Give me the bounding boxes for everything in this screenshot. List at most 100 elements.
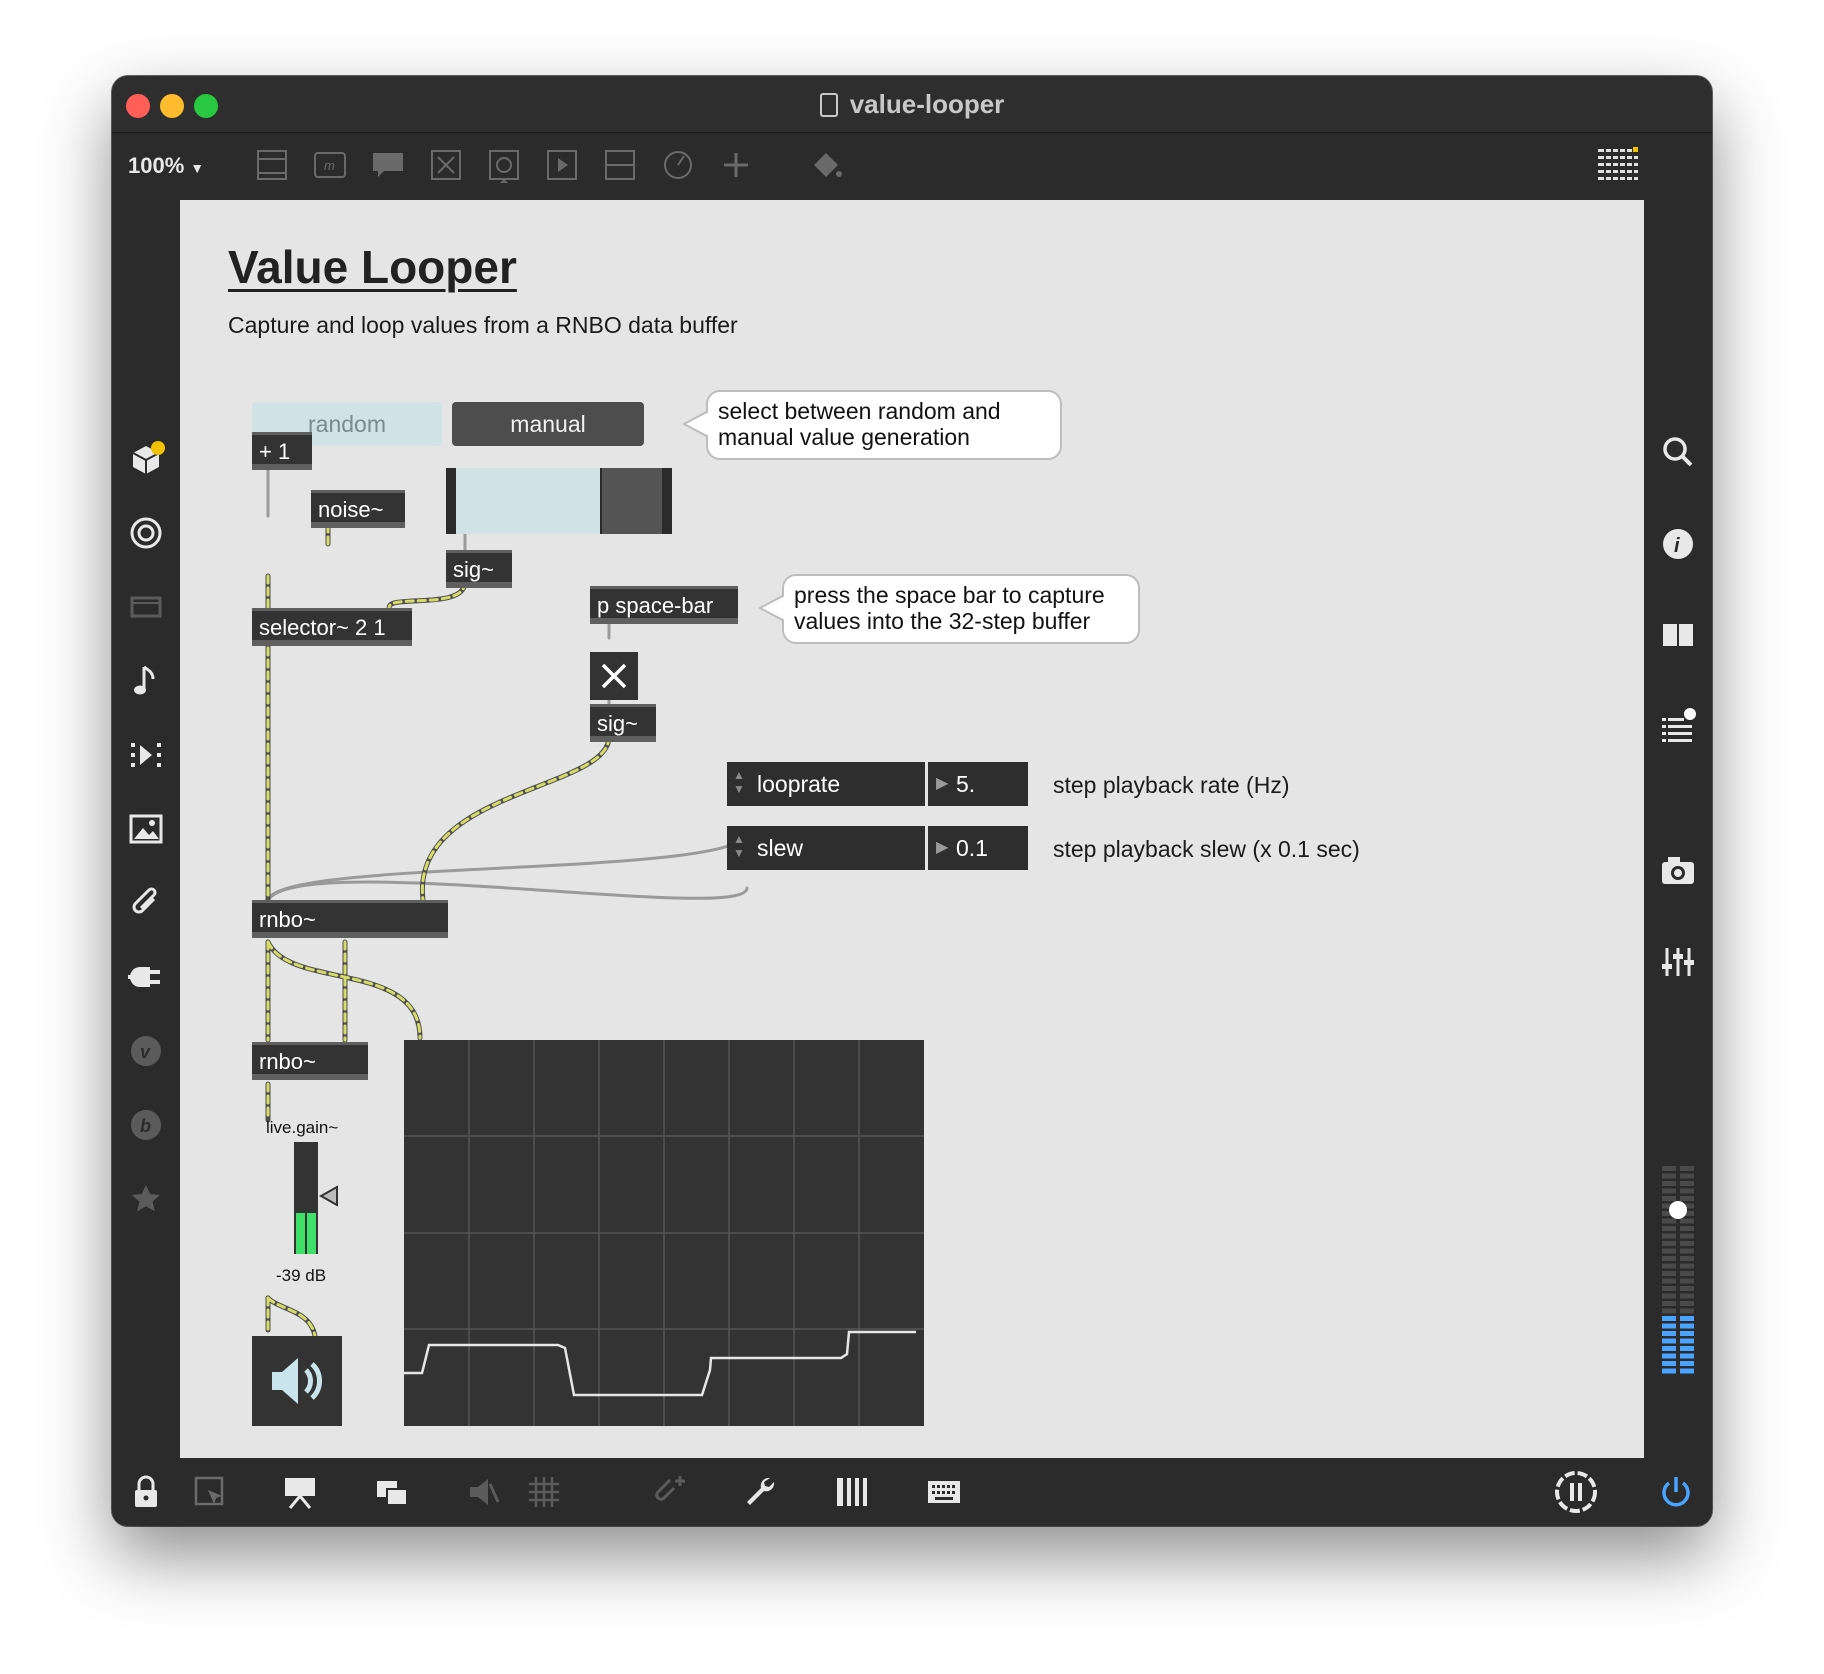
add-attachment-icon[interactable]	[650, 1472, 690, 1512]
target-icon[interactable]	[126, 513, 166, 553]
left-sidebar: v b	[112, 200, 180, 1458]
sig-object-2[interactable]: sig~	[590, 704, 656, 742]
meter-segment	[1680, 1353, 1694, 1359]
plus-one-object[interactable]: + 1	[252, 432, 312, 470]
message-box-icon[interactable]: m	[312, 147, 348, 183]
keyboard-icon[interactable]	[924, 1472, 964, 1512]
toggle-icon[interactable]	[428, 147, 464, 183]
sequence-play-icon[interactable]	[126, 735, 166, 775]
meter-segment	[1680, 1271, 1694, 1276]
svg-text:v: v	[140, 1042, 151, 1062]
meter-segment	[1662, 1263, 1676, 1269]
meter-segment	[1680, 1346, 1694, 1351]
grid-icon[interactable]	[524, 1472, 564, 1512]
vimeo-icon[interactable]: v	[126, 1031, 166, 1071]
wrench-icon[interactable]	[740, 1472, 780, 1512]
list-notification-icon[interactable]	[1658, 706, 1698, 746]
lock-icon[interactable]	[126, 1472, 166, 1512]
comment-icon[interactable]	[370, 147, 406, 183]
meter-segment	[1662, 1173, 1676, 1179]
select-cursor-icon[interactable]	[190, 1472, 230, 1512]
piano-keys-icon[interactable]	[832, 1472, 872, 1512]
param-slew-value: 0.1	[956, 835, 988, 861]
slider-knob[interactable]	[1669, 1201, 1687, 1219]
param-slew-name: slew	[757, 835, 804, 861]
meter-segment	[1662, 1188, 1676, 1194]
mixer-sliders-icon[interactable]	[1658, 942, 1698, 982]
title-bar: value-looper	[112, 76, 1712, 133]
param-looprate-name-box[interactable]: ▲ ▼ looprate	[727, 762, 925, 806]
selector-object[interactable]: selector~ 2 1	[252, 608, 412, 646]
param-looprate-number-box[interactable]: ▶ 5.	[928, 762, 1028, 806]
search-icon[interactable]	[1658, 432, 1698, 472]
music-note-icon[interactable]	[126, 661, 166, 701]
param-looprate-value: 5.	[956, 771, 976, 797]
meter-segment	[1680, 1233, 1694, 1239]
max-patcher-window: value-looper 100% ▼ m v b i Value Looper…	[112, 76, 1712, 1526]
meter-segment	[1662, 1248, 1676, 1254]
add-icon[interactable]	[718, 147, 754, 183]
param-slew-name-box[interactable]: ▲ ▼ slew	[727, 826, 925, 870]
rnbo-object-1[interactable]: rnbo~	[252, 900, 448, 938]
slider-left-edge	[446, 468, 456, 534]
meter-segment	[1662, 1233, 1676, 1239]
live-gain-meter[interactable]	[294, 1142, 318, 1254]
play-object-icon[interactable]	[544, 147, 580, 183]
slider-fill	[456, 468, 600, 534]
bottom-toolbar	[112, 1458, 1712, 1526]
book-icon[interactable]	[1658, 615, 1698, 655]
param-slew-number-box[interactable]: ▶ 0.1	[928, 826, 1028, 870]
meter-segment	[1680, 1226, 1694, 1231]
space-bar-subpatch[interactable]: p space-bar	[590, 586, 738, 624]
slider-handle	[600, 468, 602, 534]
meter-segment	[1662, 1278, 1676, 1284]
window-title: value-looper	[112, 89, 1712, 120]
gain-slider-arrow-icon[interactable]	[319, 1185, 339, 1207]
film-icon[interactable]	[126, 587, 166, 627]
meter-segment	[1680, 1278, 1694, 1284]
sig-object-1[interactable]: sig~	[446, 550, 512, 588]
live-gain-label: live.gain~	[266, 1118, 339, 1137]
scope-display[interactable]	[404, 1040, 924, 1426]
power-icon[interactable]	[1656, 1472, 1696, 1512]
package-cube-icon[interactable]	[126, 440, 166, 480]
button-icon[interactable]	[486, 147, 522, 183]
slider-object-icon[interactable]	[602, 147, 638, 183]
image-icon[interactable]	[126, 809, 166, 849]
camera-icon[interactable]	[1658, 850, 1698, 890]
live-gain-value: -39 dB	[276, 1266, 327, 1285]
meter-segment	[1680, 1248, 1694, 1254]
meter-segment	[1662, 1226, 1676, 1231]
top-toolbar: 100% ▼ m	[112, 133, 1712, 198]
patcher-canvas[interactable]: Value Looper Capture and loop values fro…	[180, 200, 1644, 1458]
space-bar-button[interactable]	[590, 652, 638, 700]
grid-view-icon[interactable]	[1596, 147, 1640, 183]
star-icon[interactable]	[126, 1179, 166, 1219]
zoom-menu[interactable]: 100% ▼	[128, 153, 204, 179]
manual-button[interactable]: manual	[452, 402, 644, 446]
meter-segment	[1680, 1338, 1694, 1344]
presentation-icon[interactable]	[280, 1472, 320, 1512]
info-icon[interactable]: i	[1658, 524, 1698, 564]
manual-value-slider[interactable]	[446, 468, 672, 534]
new-object-icon[interactable]	[254, 147, 290, 183]
noise-object[interactable]: noise~	[311, 490, 405, 528]
meter-segment	[1680, 1218, 1694, 1224]
paint-bucket-icon[interactable]	[808, 147, 844, 183]
pause-audio-icon[interactable]	[1552, 1468, 1600, 1516]
paperclip-icon[interactable]	[126, 883, 166, 923]
bandcamp-icon[interactable]: b	[126, 1105, 166, 1145]
rnbo-object-2[interactable]: rnbo~	[252, 1042, 368, 1080]
meter-segment	[1662, 1368, 1676, 1374]
svg-text:i: i	[1674, 535, 1680, 557]
meter-segment	[1680, 1241, 1694, 1246]
meter-segment	[1662, 1301, 1676, 1306]
meter-segment	[1680, 1308, 1694, 1314]
plug-icon[interactable]	[126, 957, 166, 997]
audio-output-button[interactable]	[252, 1336, 342, 1426]
slider-right-edge	[662, 468, 672, 534]
dial-object-icon[interactable]	[660, 147, 696, 183]
mute-audio-icon[interactable]	[464, 1472, 504, 1512]
windows-icon[interactable]	[372, 1472, 412, 1512]
master-level-slider[interactable]	[1660, 1160, 1696, 1376]
